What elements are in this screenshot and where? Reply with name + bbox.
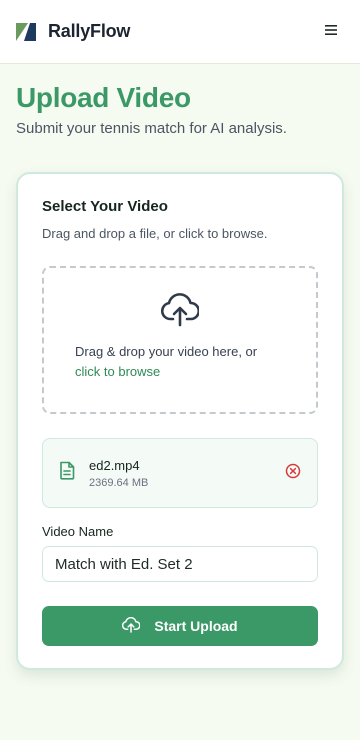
page-title: Upload Video xyxy=(16,82,191,113)
selected-file-item: ed2.mp4 2369.64 MB xyxy=(42,438,318,508)
file-name: ed2.mp4 xyxy=(89,457,140,473)
hamburger-menu-icon xyxy=(325,23,339,41)
brand-logo[interactable]: RallyFlow xyxy=(16,21,130,43)
start-upload-label: Start Upload xyxy=(154,618,238,634)
rallyflow-logo-icon xyxy=(16,21,40,43)
remove-circle-x-icon xyxy=(285,463,301,484)
file-text-icon xyxy=(59,461,75,485)
page-subtitle: Submit your tennis match for AI analysis… xyxy=(16,120,287,137)
start-upload-button[interactable]: Start Upload xyxy=(42,606,318,646)
file-dropzone[interactable]: Drag & drop your video here, or click to… xyxy=(42,266,318,414)
top-navigation-bar: RallyFlow xyxy=(0,0,360,64)
hamburger-menu-button[interactable] xyxy=(320,20,344,44)
brand-name: RallyFlow xyxy=(48,21,131,41)
card-description: Drag and drop a file, or click to browse… xyxy=(42,226,268,241)
cloud-upload-icon xyxy=(122,616,141,636)
cloud-upload-icon xyxy=(160,292,201,332)
file-size: 2369.64 MB xyxy=(89,476,149,489)
video-name-label: Video Name xyxy=(42,524,114,539)
card-title: Select Your Video xyxy=(42,198,168,215)
dropzone-instruction: Drag & drop your video here, or xyxy=(75,343,258,359)
remove-file-button[interactable] xyxy=(285,463,301,484)
video-name-input[interactable] xyxy=(42,546,318,582)
page-header: Upload Video Submit your tennis match fo… xyxy=(16,80,346,137)
upload-card: Select Your Video Drag and drop a file, … xyxy=(16,172,344,670)
browse-link[interactable]: click to browse xyxy=(75,362,285,382)
